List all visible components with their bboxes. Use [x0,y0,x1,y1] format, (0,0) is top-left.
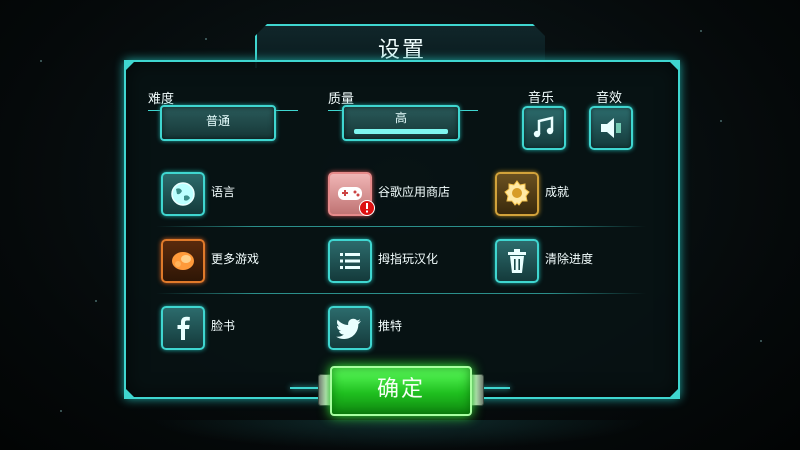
trash-icon [508,249,526,273]
list-icon [340,253,360,269]
facebook-button[interactable] [161,306,205,350]
achievements-label: 成就 [545,185,570,199]
clear-progress-button[interactable] [495,239,539,283]
difficulty-group: 难度 普通 [148,88,298,148]
divider [156,293,646,294]
sfx-toggle-button[interactable] [589,106,633,150]
localization-button[interactable] [328,239,372,283]
more-games-button[interactable] [161,239,205,283]
confirm-button[interactable]: 确定 [330,366,472,416]
more-games-label: 更多游戏 [211,252,260,266]
twitter-label: 推特 [378,319,403,333]
alert-badge-icon [359,200,375,216]
divider [156,226,646,227]
globe-icon [171,182,195,206]
music-toggle-button[interactable] [522,106,566,150]
twitter-icon [336,318,361,339]
clear-progress-label: 清除进度 [545,252,594,266]
localization-label: 拇指玩汉化 [378,252,439,266]
achievements-button[interactable] [495,172,539,216]
difficulty-select[interactable]: 普通 [160,105,276,141]
sfx-label: 音效 [596,91,623,106]
quality-value: 高 [394,111,407,125]
quality-level-bar [354,129,448,134]
google-play-label: 谷歌应用商店 [378,185,451,199]
language-button[interactable] [161,172,205,216]
twitter-button[interactable] [328,306,372,350]
more-games-icon [172,252,194,270]
music-label: 音乐 [528,91,555,106]
panel-corner [124,387,136,399]
panel-corner [668,60,680,72]
music-note-icon [533,116,554,138]
language-label: 语言 [211,185,236,199]
quality-group: 质量 高 [328,88,478,148]
panel-glow [150,420,650,450]
panel-corner [124,60,136,72]
speaker-icon [601,118,621,138]
panel-corner [668,387,680,399]
settings-panel: 难度 普通 质量 高 音乐 音效 语言 谷歌应用商店 成就 更多游戏 拇指玩汉化… [124,60,680,399]
quality-select[interactable]: 高 [342,105,460,141]
medal-icon [504,180,530,206]
facebook-label: 脸书 [211,319,236,333]
facebook-icon [177,316,190,340]
